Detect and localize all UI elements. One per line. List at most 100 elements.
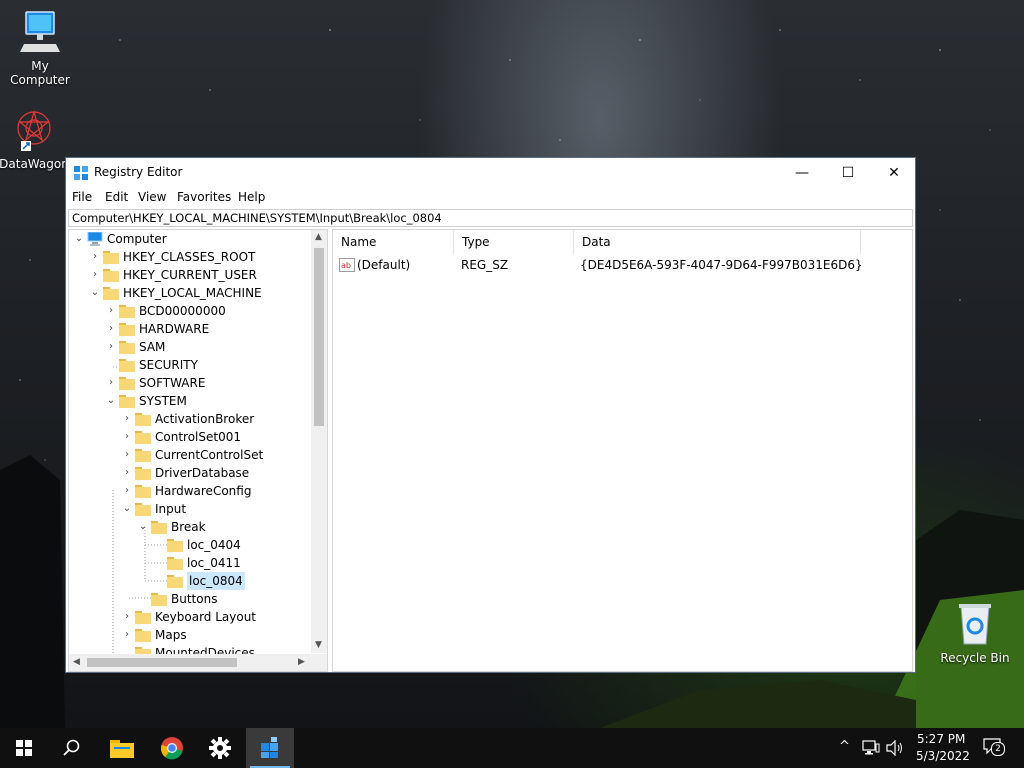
file-explorer-button[interactable] (98, 728, 146, 768)
folder-icon (135, 413, 151, 426)
scroll-left-icon[interactable]: ◀ (73, 657, 80, 667)
maximize-icon: ☐ (841, 165, 855, 181)
scroll-down-icon[interactable]: ▼ (315, 640, 322, 650)
volume-icon[interactable] (886, 740, 904, 756)
tree-item-label: DriverDatabase (155, 466, 250, 480)
tree-item-label: Keyboard Layout (155, 610, 257, 624)
chevron-right-icon[interactable]: › (90, 248, 100, 266)
tree-item-label: Maps (155, 628, 187, 642)
chevron-right-icon[interactable]: › (122, 410, 132, 428)
tree-item-label: HKEY_CURRENT_USER (123, 268, 257, 282)
title-bar[interactable]: Registry Editor — ☐ ✕ (66, 158, 915, 188)
chevron-right-icon[interactable]: › (122, 608, 132, 626)
computer-icon (87, 232, 103, 246)
tree-item-label: Computer (107, 232, 167, 246)
chevron-right-icon[interactable]: › (106, 338, 116, 356)
desktop-icon-recycle-bin[interactable]: Recycle Bin (935, 602, 1015, 665)
chevron-right-icon[interactable]: › (122, 428, 132, 446)
maximize-button[interactable]: ☐ (825, 158, 871, 188)
chevron-right-icon[interactable]: › (122, 446, 132, 464)
tree-item-label: ActivationBroker (155, 412, 255, 426)
chevron-down-icon[interactable]: ⌄ (90, 284, 100, 302)
notifications-button[interactable]: 2 (983, 738, 1005, 758)
menu-file[interactable]: File (72, 190, 92, 204)
folder-icon (151, 521, 167, 534)
folder-icon (119, 323, 135, 336)
close-button[interactable]: ✕ (871, 158, 917, 188)
tree-item-label: SAM (139, 340, 166, 354)
clock-time[interactable]: 5:27 PM (917, 732, 965, 746)
folder-icon (135, 431, 151, 444)
value-row[interactable]: ab (Default) REG_SZ {DE4D5E6A-593F-4047-… (333, 230, 912, 276)
folder-icon (167, 575, 183, 588)
tree-item-label: Input (155, 502, 187, 516)
folder-icon (167, 539, 183, 552)
values-pane: Name Type Data ab (Default) REG_SZ {DE4D… (332, 229, 913, 672)
menu-help[interactable]: Help (238, 190, 265, 204)
computer-icon (20, 11, 60, 52)
registry-editor-taskbar-button[interactable] (246, 728, 294, 768)
datawagon-icon (17, 109, 51, 151)
tree-horizontal-scrollbar[interactable]: ◀ ▶ (69, 654, 311, 671)
folder-icon (135, 467, 151, 480)
folder-icon (119, 377, 135, 390)
search-button[interactable] (48, 728, 96, 768)
desktop-icon-my-computer[interactable]: My Computer (0, 10, 80, 87)
menu-edit[interactable]: Edit (105, 190, 128, 204)
chevron-right-icon[interactable]: › (90, 266, 100, 284)
scroll-right-icon[interactable]: ▶ (298, 657, 305, 667)
chevron-right-icon[interactable]: › (122, 482, 132, 500)
tree-item-label: ControlSet001 (155, 430, 241, 444)
close-icon: ✕ (888, 165, 900, 181)
folder-icon (119, 359, 135, 372)
settings-button[interactable] (196, 728, 244, 768)
folder-icon (135, 503, 151, 516)
desktop-icon-datawagon[interactable]: DataWagon (0, 108, 74, 171)
registry-editor-window: Registry Editor — ☐ ✕ File Edit View Fav… (65, 157, 916, 673)
minimize-button[interactable]: — (779, 158, 825, 188)
tree-item-label: SECURITY (139, 358, 198, 372)
scroll-thumb[interactable] (314, 248, 324, 426)
chevron-right-icon[interactable]: › (106, 374, 116, 392)
folder-icon (103, 287, 119, 300)
network-icon[interactable] (862, 740, 880, 756)
folder-icon (103, 251, 119, 264)
scroll-thumb[interactable] (87, 658, 237, 667)
tree-vertical-scrollbar[interactable]: ▲ ▼ (311, 230, 327, 653)
chevron-right-icon[interactable]: › (106, 302, 116, 320)
window-title: Registry Editor (94, 165, 183, 179)
chevron-down-icon[interactable]: ⌄ (106, 392, 116, 410)
tree-item-label: HKEY_CLASSES_ROOT (123, 250, 256, 264)
tree-item-label: HARDWARE (139, 322, 210, 336)
menu-view[interactable]: View (138, 190, 166, 204)
start-button[interactable] (0, 728, 48, 768)
desktop-icon-label: DataWagon (0, 157, 69, 171)
value-data: {DE4D5E6A-593F-4047-9D64-F997B031E6D6} (580, 258, 863, 272)
chevron-right-icon[interactable]: › (122, 464, 132, 482)
scroll-up-icon[interactable]: ▲ (315, 232, 322, 242)
chrome-button[interactable] (148, 728, 196, 768)
tree-item-label: loc_0411 (187, 556, 241, 570)
folder-icon (103, 269, 119, 282)
windows-logo-icon (16, 740, 32, 756)
desktop-icon-label: My Computer (10, 59, 70, 87)
value-name: (Default) (357, 258, 411, 272)
tree-item-label: CurrentControlSet (155, 448, 264, 462)
gear-icon (209, 737, 231, 759)
address-bar[interactable]: Computer\HKEY_LOCAL_MACHINE\SYSTEM\Input… (68, 209, 913, 227)
folder-icon (135, 629, 151, 642)
tree-item-label: loc_0804 (187, 572, 245, 590)
folder-icon (135, 449, 151, 462)
menu-favorites[interactable]: Favorites (177, 190, 231, 204)
chevron-down-icon[interactable]: ⌄ (138, 518, 148, 536)
chevron-right-icon[interactable]: › (106, 320, 116, 338)
clock-date[interactable]: 5/3/2022 (916, 749, 970, 763)
desktop-icon-label: Recycle Bin (940, 651, 1010, 665)
chevron-down-icon[interactable]: ⌄ (74, 230, 84, 248)
chevron-down-icon[interactable]: ⌄ (122, 500, 132, 518)
chrome-icon (160, 737, 183, 760)
chevron-up-icon[interactable]: ^ (839, 739, 850, 754)
folder-icon (119, 395, 135, 408)
chevron-right-icon[interactable]: › (122, 626, 132, 644)
folder-icon (135, 485, 151, 498)
